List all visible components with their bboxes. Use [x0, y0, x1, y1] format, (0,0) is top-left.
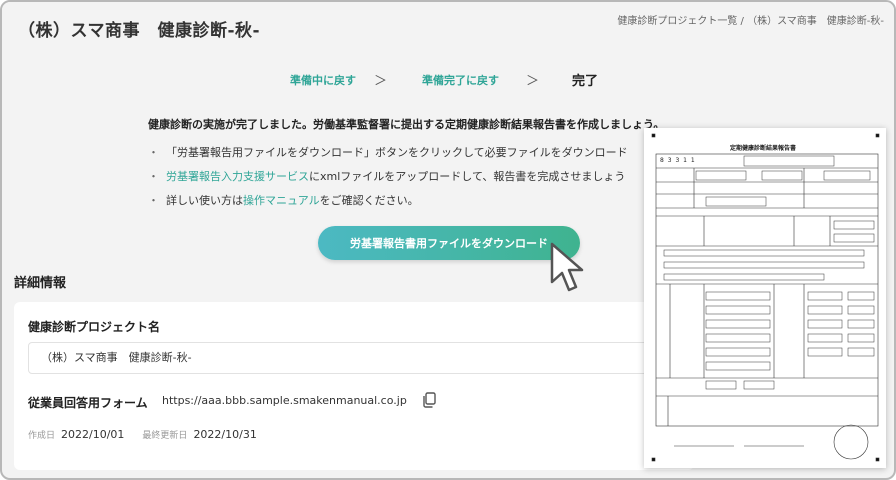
details-heading: 詳細情報	[14, 276, 67, 291]
app-window: （株）スマ商事 健康診断-秋- 健康診断プロジェクト一覧 / （株）スマ商事 健…	[0, 0, 896, 480]
form-url[interactable]: https://aaa.bbb.sample.smakenmanual.co.j…	[162, 394, 407, 407]
report-preview: 定期健康診断結果報告書 8 3 3 1 1	[644, 128, 886, 468]
list-item: ・ 「労基署報告用ファイルをダウンロード」ボタンをクリックして必要ファイルをダウ…	[148, 144, 628, 168]
chevron-right-icon: ＞	[526, 74, 540, 89]
report-code: 8 3 3 1 1	[660, 157, 696, 164]
project-name-field[interactable]: （株）スマ商事 健康診断-秋-	[28, 342, 678, 374]
instruction-upload: にxmlファイルをアップロードして、報告書を完成させましょう	[309, 170, 626, 183]
page-title: （株）スマ商事 健康診断-秋-	[18, 21, 261, 41]
instruction-manual-post: をご確認ください。	[319, 194, 419, 207]
bullet-marker: ・	[148, 170, 159, 183]
breadcrumb-current: （株）スマ商事 健康診断-秋-	[747, 16, 884, 27]
instruction-list: ・ 「労基署報告用ファイルをダウンロード」ボタンをクリックして必要ファイルをダウ…	[148, 144, 628, 216]
report-title: 定期健康診断結果報告書	[729, 144, 796, 152]
updated-label: 最終更新日	[142, 431, 188, 441]
completion-message: 健康診断の実施が完了しました。労働基準監督署に提出する定期健康診断結果報告書を作…	[148, 118, 665, 131]
project-name-label: 健康診断プロジェクト名	[28, 320, 161, 334]
back-to-ready-button[interactable]: 準備完了に戻す	[422, 72, 499, 88]
chevron-right-icon: ＞	[374, 74, 388, 89]
manual-link[interactable]: 操作マニュアル	[243, 194, 320, 207]
download-report-button[interactable]: 労基署報告書用ファイルをダウンロード	[318, 226, 580, 260]
list-item: ・ 詳しい使い方は操作マニュアルをご確認ください。	[148, 192, 628, 216]
list-item: ・ 労基署報告入力支援サービスにxmlファイルをアップロードして、報告書を完成さ…	[148, 168, 628, 192]
breadcrumb-separator: /	[737, 16, 748, 27]
copy-icon[interactable]	[422, 392, 436, 408]
report-form-image: 定期健康診断結果報告書 8 3 3 1 1	[651, 133, 880, 462]
header: （株）スマ商事 健康診断-秋- 健康診断プロジェクト一覧 / （株）スマ商事 健…	[2, 2, 894, 54]
bullet-marker: ・	[148, 146, 159, 159]
instruction-manual-pre: 詳しい使い方は	[166, 194, 243, 207]
form-url-label: 従業員回答用フォーム	[28, 396, 148, 410]
support-service-link[interactable]: 労基署報告入力支援サービス	[166, 170, 309, 183]
bullet-marker: ・	[148, 194, 159, 207]
created-date: 2022/10/01	[61, 428, 125, 441]
meta-row: 作成日 2022/10/01 最終更新日 2022/10/31	[28, 428, 257, 441]
breadcrumb: 健康診断プロジェクト一覧 / （株）スマ商事 健康診断-秋-	[617, 12, 884, 27]
status-steps: 準備中に戻す ＞ 準備完了に戻す ＞ 完了	[2, 68, 894, 92]
details-card: 健康診断プロジェクト名 （株）スマ商事 健康診断-秋- 従業員回答用フォーム h…	[14, 302, 694, 470]
instruction-download: 「労基署報告用ファイルをダウンロード」ボタンをクリックして必要ファイルをダウンロ…	[166, 146, 628, 159]
created-label: 作成日	[28, 431, 56, 441]
breadcrumb-project-list[interactable]: 健康診断プロジェクト一覧	[617, 16, 737, 27]
back-to-preparing-button[interactable]: 準備中に戻す	[290, 72, 356, 88]
updated-date: 2022/10/31	[193, 428, 257, 441]
step-completed: 完了	[572, 74, 599, 89]
mouse-pointer-icon	[550, 242, 584, 292]
